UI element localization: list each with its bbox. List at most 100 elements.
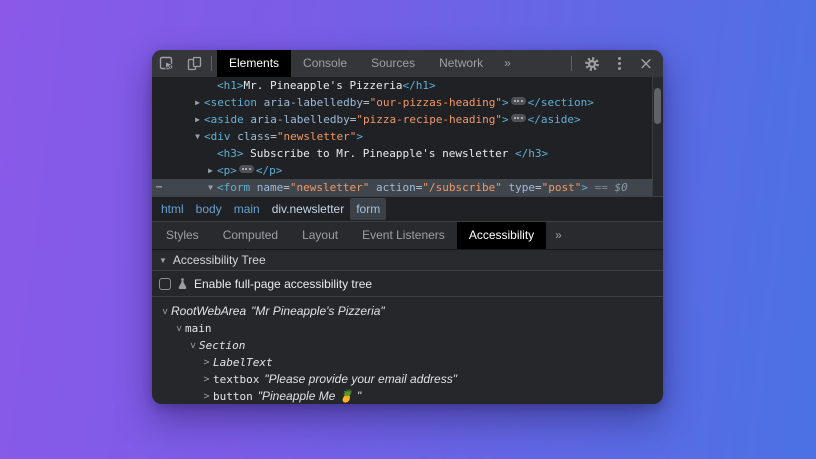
devtools-toolbar: ElementsConsoleSourcesNetwork » × [152,50,663,77]
breadcrumb-main[interactable]: main [228,198,266,220]
inspector-tab-layout[interactable]: Layout [290,222,350,249]
expand-ellipsis-icon[interactable] [239,165,254,173]
code-token: "newsletter" [277,130,356,143]
gear-icon [584,56,600,72]
code-token: = [270,130,277,143]
code-token: </p> [256,164,283,177]
code-token: "pizza-recipe-heading" [356,113,502,126]
more-tabs-button[interactable]: » [495,50,520,77]
scrollbar-thumb[interactable] [654,88,661,124]
code-token: <p> [217,164,237,177]
kebab-dots [618,57,621,70]
code-token: </section> [528,96,594,109]
section-collapse-triangle-icon: ▼ [159,256,167,265]
expand-arrow-icon[interactable]: ▶ [191,94,204,111]
collapse-chevron-icon[interactable]: > [170,322,187,335]
code-token: = [283,181,290,194]
settings-gear-icon[interactable] [580,53,604,75]
more-inspector-tabs-button[interactable]: » [546,222,571,249]
dom-line[interactable]: ⋯▼<form name="newsletter" action="/subsc… [152,179,663,196]
breadcrumb-body[interactable]: body [190,198,228,220]
code-token: Subscribe to Mr. Pineapple's newsletter [244,147,516,160]
code-token: <section [204,96,257,109]
panel-tabs: ElementsConsoleSourcesNetwork [217,50,495,77]
code-token: "our-pizzas-heading" [370,96,502,109]
code-token: "/subscribe" [422,181,501,194]
inspect-element-icon [159,56,175,72]
dom-breadcrumb: htmlbodymaindiv.newsletterform [152,196,663,222]
accessibility-tree-section-header[interactable]: ▼ Accessibility Tree [152,250,663,271]
expand-chevron-icon[interactable]: > [200,354,213,371]
expand-arrow-icon[interactable]: ▶ [204,162,217,179]
a11y-accessible-name: "Please provide your email address" [264,371,457,388]
tab-elements[interactable]: Elements [217,50,291,77]
code-token: > [356,130,363,143]
selected-line-gutter-dots: ⋯ [156,179,163,196]
device-toolbar-icon[interactable] [182,53,206,75]
inspect-element-icon[interactable] [155,53,179,75]
enable-fullpage-a11y-checkbox[interactable] [159,278,171,290]
collapse-arrow-icon[interactable]: ▼ [204,179,217,196]
code-token [369,181,376,194]
collapse-chevron-icon[interactable]: > [156,305,173,318]
inspector-tab-list: StylesComputedLayoutEvent ListenersAcces… [154,222,546,249]
expand-arrow-icon[interactable]: ▶ [191,111,204,128]
breadcrumb-form[interactable]: form [350,198,386,220]
a11y-node-main[interactable]: >main [152,320,663,337]
tab-network[interactable]: Network [427,50,495,77]
a11y-node-textbox[interactable]: >textbox "Please provide your email addre… [152,371,663,388]
collapse-chevron-icon[interactable]: > [184,339,201,352]
dom-line[interactable]: ▶<section aria-labelledby="our-pizzas-he… [152,94,663,111]
code-token: == $0 [588,181,628,194]
expand-ellipsis-icon[interactable] [511,97,526,105]
code-token: aria-labelledby [264,96,363,109]
expand-chevron-icon[interactable]: > [200,371,213,388]
inspector-tab-computed[interactable]: Computed [211,222,290,249]
code-token: <aside [204,113,244,126]
a11y-accessible-name: "Mr Pineapple's Pizzeria" [251,303,385,320]
dom-line[interactable]: <h3> Subscribe to Mr. Pineapple's newsle… [152,145,663,162]
kebab-menu-icon[interactable] [607,53,631,75]
code-token: <div [204,130,231,143]
code-token: = [363,96,370,109]
toolbar-divider [571,56,572,71]
tab-sources[interactable]: Sources [359,50,427,77]
code-token: = [535,181,542,194]
inspector-tab-event-listeners[interactable]: Event Listeners [350,222,457,249]
code-token: </aside> [528,113,581,126]
a11y-node-button[interactable]: >button"Pineapple Me 🍍 " [152,388,663,404]
collapse-arrow-icon[interactable]: ▼ [191,128,204,145]
a11y-role-label: textbox [213,371,259,388]
expand-chevron-icon[interactable]: > [200,388,213,404]
a11y-node-rootwebarea[interactable]: >RootWebArea"Mr Pineapple's Pizzeria" [152,303,663,320]
code-token: type [508,181,535,194]
code-token [257,96,264,109]
code-token: > [502,96,509,109]
breadcrumb-div-newsletter[interactable]: div.newsletter [266,198,350,220]
a11y-node-labeltext[interactable]: >LabelText [152,354,663,371]
dom-line[interactable]: ▼<div class="newsletter"> [152,128,663,145]
dom-line[interactable]: ▶<aside aria-labelledby="pizza-recipe-he… [152,111,663,128]
inspector-tab-styles[interactable]: Styles [154,222,211,249]
code-token: > [502,113,509,126]
dom-line[interactable]: <h1>Mr. Pineapple's Pizzeria</h1> [152,77,663,94]
close-devtools-button[interactable]: × [634,53,658,75]
a11y-role-label: Section [199,337,245,354]
experiment-flask-icon [177,277,188,290]
code-token: <form [217,181,250,194]
expand-ellipsis-icon[interactable] [511,114,526,122]
code-token: class [237,130,270,143]
elements-scrollbar[interactable] [652,77,663,196]
code-token: name [257,181,284,194]
a11y-node-section[interactable]: >Section [152,337,663,354]
code-token: Mr. Pineapple's Pizzeria [244,79,403,92]
close-icon: × [639,54,653,74]
a11y-role-label: LabelText [213,354,273,371]
accessibility-tree-title: Accessibility Tree [173,253,266,267]
code-token: </h1> [402,79,435,92]
dom-line[interactable]: ▶<p> </p> [152,162,663,179]
inspector-tab-accessibility[interactable]: Accessibility [457,222,546,249]
breadcrumb-html[interactable]: html [155,198,190,220]
tab-console[interactable]: Console [291,50,359,77]
code-token: "newsletter" [290,181,369,194]
